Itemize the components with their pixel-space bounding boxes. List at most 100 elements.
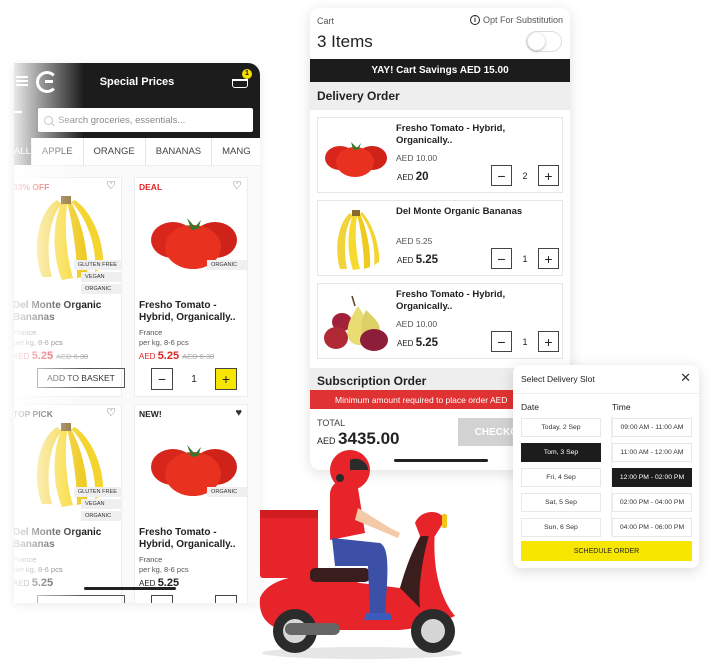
tag: VEGAN — [81, 272, 121, 282]
quantity-value: 1 — [522, 253, 528, 264]
time-heading: Time — [612, 402, 631, 412]
quantity-stepper: − 1 + — [151, 368, 237, 390]
time-option[interactable]: 02:00 PM - 04:00 PM — [612, 493, 692, 512]
time-option-selected[interactable]: 12:00 PM - 02:00 PM — [612, 468, 692, 487]
quantity-stepper: − 2 + — [491, 165, 559, 186]
currency: AED — [14, 579, 30, 588]
cart-item-total: AED 20 — [397, 171, 428, 183]
divider — [513, 393, 699, 394]
product-tags: ORGANIC — [207, 260, 247, 270]
tab-bananas[interactable]: BANANAS — [146, 138, 213, 165]
product-origin: France per kg, 8-6 pcs — [14, 328, 63, 348]
product-badge: NEW! — [139, 409, 162, 419]
decrease-button[interactable]: − — [491, 248, 512, 269]
product-card[interactable]: TOP PICK ♡ GLUTEN FREE VEGAN ORGANIC Del… — [14, 404, 125, 603]
tag: GLUTEN FREE — [73, 260, 121, 270]
tag: GLUTEN FREE — [73, 487, 121, 497]
tab-apple[interactable]: APPLE — [32, 138, 84, 165]
total-value: 5.25 — [415, 337, 439, 349]
back-arrow-icon[interactable] — [14, 111, 22, 113]
product-name: Del Monte Organic Bananas — [14, 300, 102, 323]
tab-orange[interactable]: ORANGE — [84, 138, 146, 165]
price-value: 5.25 — [31, 577, 54, 589]
delivery-scooter-illustration — [259, 450, 462, 659]
fruit-image — [324, 295, 388, 351]
time-option[interactable]: 04:00 PM - 06:00 PM — [612, 518, 692, 537]
increase-button[interactable]: + — [537, 248, 559, 269]
tag: ORGANIC — [81, 511, 121, 521]
increase-button[interactable]: + — [537, 165, 559, 186]
schedule-order-button[interactable]: SCHEDULE ORDER — [521, 541, 692, 561]
origin-text: France — [14, 328, 37, 337]
heart-filled-icon[interactable]: ♥ — [235, 408, 242, 419]
delivery-slot-dialog: Select Delivery Slot ✕ Date Time Today, … — [513, 365, 699, 568]
quantity-value: 1 — [191, 373, 197, 385]
date-option[interactable]: Fri, 4 Sep — [521, 468, 601, 487]
dialog-title: Select Delivery Slot — [521, 374, 595, 384]
cart-label: Cart — [317, 16, 335, 26]
tab-mango[interactable]: MANG — [212, 138, 260, 165]
product-card[interactable]: DEAL ♡ ORGANIC Fresho Tomato - Hybrid, O… — [134, 177, 248, 397]
cart-item-total: AED 5.25 — [397, 254, 438, 266]
time-option[interactable]: 11:00 AM - 12:00 AM — [612, 443, 692, 462]
info-icon[interactable]: i — [469, 15, 480, 25]
cart-item: Fresho Tomato - Hybrid, Organically.. AE… — [317, 283, 563, 359]
cart-item-name: Fresho Tomato - Hybrid, Organically.. — [396, 123, 506, 146]
basket-icon — [232, 79, 248, 88]
quantity-value: 1 — [522, 336, 528, 347]
tab-all[interactable]: ALL — [14, 138, 32, 165]
currency: AED — [317, 436, 336, 446]
decrease-button[interactable]: − — [491, 331, 512, 352]
increase-button[interactable]: + — [215, 368, 237, 390]
origin-text: France — [139, 555, 163, 564]
decrease-button[interactable] — [151, 595, 173, 603]
cart-item-count: 3 Items — [317, 32, 373, 51]
heart-outline-icon[interactable]: ♡ — [232, 181, 242, 192]
home-indicator — [84, 587, 176, 590]
search-placeholder: Search groceries, essentials... — [58, 114, 186, 126]
search-input[interactable]: Search groceries, essentials... — [38, 108, 253, 132]
decrease-button[interactable]: − — [151, 368, 173, 390]
date-option[interactable]: Sun, 6 Sep — [521, 518, 601, 537]
heart-outline-icon[interactable]: ♡ — [106, 408, 116, 419]
date-option[interactable]: Today, 2 Sep — [521, 418, 601, 437]
cart-item: Del Monte Organic Bananas AED 5.25 AED 5… — [317, 200, 563, 276]
quantity-value: 2 — [522, 170, 528, 181]
add-to-basket-button[interactable] — [37, 595, 125, 603]
product-price: AED 5.25 AED 6.30 — [139, 350, 214, 362]
currency: AED — [14, 352, 30, 361]
tag: VEGAN — [81, 499, 121, 509]
pack-text: per kg, 8-6 pcs — [14, 565, 63, 574]
date-option-selected[interactable]: Tom, 3 Sep — [521, 443, 601, 462]
time-option[interactable]: 09:00 AM - 11:00 AM — [612, 418, 692, 437]
currency: AED — [397, 256, 414, 265]
product-price: AED 5.25 AED 6.30 — [14, 350, 88, 362]
cart-item-unit-price: AED 5.25 — [396, 236, 433, 246]
product-name: Fresho Tomato - Hybrid, Organically.. — [139, 300, 236, 323]
substitution-toggle[interactable] — [526, 31, 562, 52]
origin-text: France — [14, 555, 37, 564]
total-value: 20 — [415, 171, 429, 183]
product-badge: 33% OFF — [14, 182, 50, 192]
date-option[interactable]: Sat, 5 Sep — [521, 493, 601, 512]
currency: AED — [397, 173, 414, 182]
heart-outline-icon[interactable]: ♡ — [106, 181, 116, 192]
currency: AED — [397, 339, 414, 348]
decrease-button[interactable]: − — [491, 165, 512, 186]
close-icon[interactable]: ✕ — [680, 370, 691, 386]
product-card[interactable]: NEW! ♥ ORGANIC Fresho Tomato - Hybrid, O… — [134, 404, 248, 603]
substitution-label: Opt For Substitution — [482, 15, 563, 25]
add-to-basket-button[interactable]: ADD TO BASKET — [37, 368, 125, 388]
cart-button[interactable]: 1 — [232, 69, 252, 88]
delivery-order-heading: Delivery Order — [310, 82, 570, 110]
price-value: 5.25 — [157, 350, 180, 362]
cart-count-badge: 1 — [242, 69, 252, 79]
product-name: Del Monte Organic Bananas — [14, 527, 102, 550]
increase-button[interactable]: + — [537, 331, 559, 352]
increase-button[interactable] — [215, 595, 237, 603]
product-card[interactable]: 33% OFF ♡ GLUTEN FREE VEGAN ORGANIC Del … — [14, 177, 125, 397]
total-label: TOTAL — [317, 418, 346, 428]
quantity-stepper: − 1 + — [491, 331, 559, 352]
cart-item-unit-price: AED 10.00 — [396, 153, 438, 163]
cart-item: Fresho Tomato - Hybrid, Organically.. AE… — [317, 117, 563, 193]
